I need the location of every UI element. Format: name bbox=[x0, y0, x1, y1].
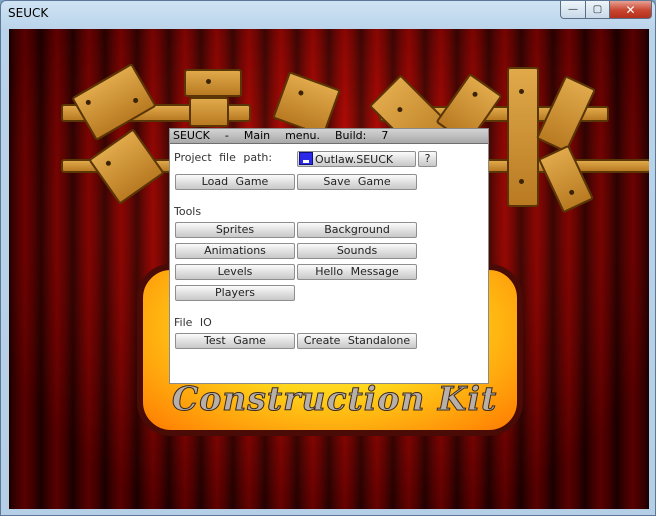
players-button[interactable]: Players bbox=[175, 285, 295, 301]
file-io-label: File IO bbox=[174, 316, 212, 329]
project-file-name: Outlaw.SEUCK bbox=[315, 153, 394, 166]
minimize-icon: — bbox=[568, 4, 578, 15]
load-game-button[interactable]: Load Game bbox=[175, 174, 295, 190]
main-menu-dialog: SEUCK - Main menu. Build: 7 Project file… bbox=[169, 128, 489, 384]
tools-label: Tools bbox=[174, 205, 202, 218]
sounds-button[interactable]: Sounds bbox=[297, 243, 417, 259]
save-game-button[interactable]: Save Game bbox=[297, 174, 417, 190]
close-icon: ✕ bbox=[625, 2, 636, 17]
window-title: SEUCK bbox=[8, 6, 49, 20]
title-bar[interactable]: SEUCK — ▢ ✕ bbox=[1, 1, 655, 27]
levels-button[interactable]: Levels bbox=[175, 264, 295, 280]
test-game-button[interactable]: Test Game bbox=[175, 333, 295, 349]
animations-button[interactable]: Animations bbox=[175, 243, 295, 259]
maximize-button[interactable]: ▢ bbox=[585, 1, 610, 19]
dialog-title[interactable]: SEUCK - Main menu. Build: 7 bbox=[170, 129, 488, 144]
create-standalone-button[interactable]: Create Standalone bbox=[297, 333, 417, 349]
minimize-button[interactable]: — bbox=[560, 1, 586, 19]
project-file-button[interactable]: Outlaw.SEUCK bbox=[297, 151, 416, 167]
sprites-button[interactable]: Sprites bbox=[175, 222, 295, 238]
background-button[interactable]: Background bbox=[297, 222, 417, 238]
close-button[interactable]: ✕ bbox=[609, 1, 652, 19]
app-window: SEUCK — ▢ ✕ Construction Kit SEUCK - Mai… bbox=[0, 0, 656, 516]
logo-subtitle: Construction Kit bbox=[172, 379, 498, 419]
maximize-icon: ▢ bbox=[592, 4, 603, 15]
floppy-disk-icon bbox=[299, 152, 313, 165]
project-path-label: Project file path: bbox=[174, 151, 273, 164]
hello-message-button[interactable]: Hello Message bbox=[297, 264, 417, 280]
help-button[interactable]: ? bbox=[418, 151, 437, 167]
